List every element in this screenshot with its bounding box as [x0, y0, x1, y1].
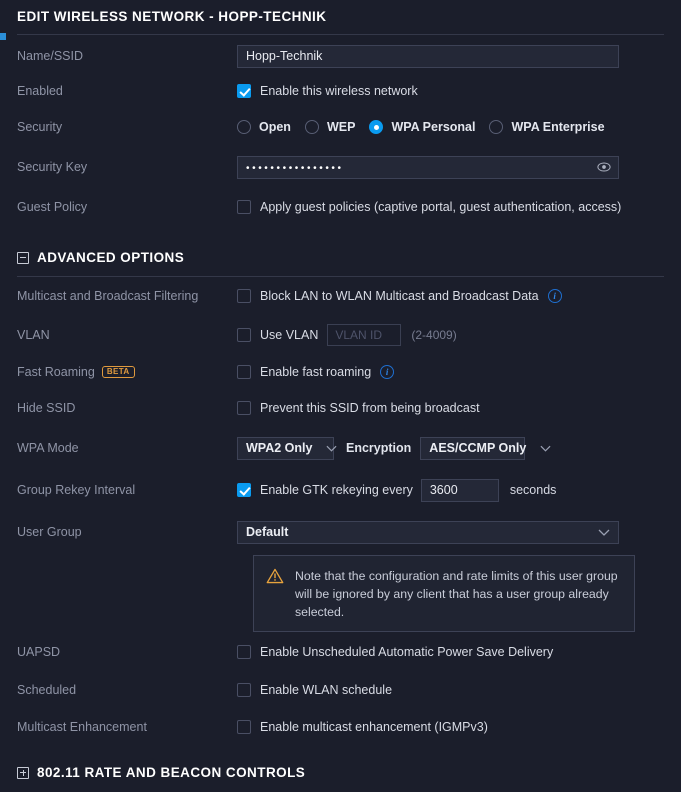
label-vlan: VLAN — [17, 328, 50, 342]
wpa-mode-select[interactable]: WPA2 Only — [237, 436, 337, 460]
row-security: Security Open WEP WPA Personal WPA Enter… — [0, 116, 681, 138]
row-user-group: User Group Default — [0, 520, 681, 544]
encryption-select[interactable]: AES/CCMP Only — [420, 436, 551, 460]
multicast-enhancement-label: Enable multicast enhancement (IGMPv3) — [260, 720, 488, 734]
row-scheduled: Scheduled Enable WLAN schedule — [0, 679, 681, 701]
name-ssid-input[interactable] — [237, 44, 619, 68]
chevron-down-icon-encryption — [526, 445, 551, 452]
enable-network-label: Enable this wireless network — [260, 84, 418, 98]
warning-triangle-icon — [266, 568, 284, 620]
security-key-value: •••••••••••••••• — [246, 162, 344, 174]
label-fast-roaming: Fast Roaming BETA — [0, 365, 237, 379]
uapsd-checkbox[interactable] — [237, 645, 251, 659]
user-group-select[interactable]: Default — [237, 520, 619, 544]
left-edge-accent — [0, 33, 6, 40]
info-icon-multicast-filtering[interactable]: i — [547, 289, 562, 303]
row-security-key: Security Key •••••••••••••••• — [0, 155, 681, 179]
radio-open[interactable] — [237, 120, 251, 134]
label-uapsd: UAPSD — [17, 645, 61, 659]
guest-policy-checkbox[interactable] — [237, 200, 251, 214]
wpa-mode-value: WPA2 Only — [246, 441, 313, 455]
label-security-key: Security Key — [17, 160, 88, 174]
fast-roaming-label: Enable fast roaming — [260, 365, 372, 379]
radio-wep[interactable] — [304, 120, 319, 134]
multicast-enhancement-checkbox[interactable] — [237, 720, 251, 734]
beta-badge: BETA — [101, 366, 135, 378]
vlan-range-hint: (2-4009) — [411, 328, 457, 342]
edit-wireless-network-panel: EDIT WIRELESS NETWORK - HOPP-TECHNIK Nam… — [0, 0, 681, 792]
label-user-group: User Group — [17, 525, 82, 539]
chevron-down-icon-wpa-mode — [312, 445, 337, 452]
security-option-wpa-enterprise[interactable]: WPA Enterprise — [489, 120, 605, 134]
section-rate-beacon-controls[interactable]: 802.11 RATE AND BEACON CONTROLS — [0, 765, 305, 780]
row-wpa-mode: WPA Mode WPA2 Only Encryption AES/CCMP O… — [0, 436, 681, 460]
fast-roaming-checkbox[interactable] — [237, 365, 251, 379]
block-lan-to-wlan-label: Block LAN to WLAN Multicast and Broadcas… — [260, 289, 539, 303]
label-multicast-enhancement: Multicast Enhancement — [17, 720, 147, 734]
label-hide-ssid: Hide SSID — [17, 401, 76, 415]
scheduled-label: Enable WLAN schedule — [260, 683, 393, 697]
minus-box-icon[interactable] — [17, 251, 29, 264]
security-option-wep[interactable]: WEP — [304, 120, 355, 134]
eye-icon[interactable] — [597, 162, 611, 172]
gtk-rekey-unit: seconds — [509, 483, 557, 497]
row-name-ssid: Name/SSID — [0, 44, 681, 68]
security-option-wpa-personal[interactable]: WPA Personal — [369, 120, 475, 134]
hide-ssid-checkbox[interactable] — [237, 401, 251, 415]
row-uapsd: UAPSD Enable Unscheduled Automatic Power… — [0, 641, 681, 663]
label-scheduled: Scheduled — [17, 683, 77, 697]
label-wpa-mode: WPA Mode — [17, 441, 79, 455]
page-title-text: EDIT WIRELESS NETWORK - HOPP-TECHNIK — [17, 9, 327, 24]
info-icon-fast-roaming[interactable]: i — [380, 365, 395, 379]
enable-network-checkbox[interactable] — [237, 84, 251, 98]
radio-wpa-enterprise[interactable] — [489, 120, 504, 134]
label-enabled: Enabled — [17, 84, 63, 98]
user-group-note-text: Note that the configuration and rate lim… — [295, 569, 618, 619]
scheduled-checkbox[interactable] — [237, 683, 251, 697]
plus-box-icon[interactable] — [17, 766, 29, 779]
block-lan-to-wlan-checkbox[interactable] — [237, 289, 251, 303]
use-vlan-label: Use VLAN — [260, 328, 319, 342]
user-group-note: Note that the configuration and rate lim… — [253, 555, 635, 632]
header-divider — [17, 34, 664, 35]
label-security: Security — [17, 120, 63, 134]
encryption-label: Encryption — [346, 441, 412, 455]
security-option-open[interactable]: Open — [237, 120, 291, 134]
row-group-rekey-interval: Group Rekey Interval Enable GTK rekeying… — [0, 478, 681, 502]
vlan-id-input[interactable] — [327, 324, 402, 346]
hide-ssid-label: Prevent this SSID from being broadcast — [260, 401, 480, 415]
security-radio-group: Open WEP WPA Personal WPA Enterprise — [237, 120, 619, 134]
uapsd-label: Enable Unscheduled Automatic Power Save … — [260, 645, 554, 659]
label-guest-policy: Guest Policy — [17, 200, 88, 214]
label-group-rekey-interval: Group Rekey Interval — [17, 483, 136, 497]
row-enabled: Enabled Enable this wireless network — [0, 80, 681, 102]
section-advanced-options-label: ADVANCED OPTIONS — [37, 250, 185, 265]
gtk-rekey-interval-input[interactable] — [420, 478, 499, 502]
row-guest-policy: Guest Policy Apply guest policies (capti… — [0, 196, 681, 218]
label-multicast-broadcast-filtering: Multicast and Broadcast Filtering — [17, 289, 199, 303]
section-advanced-options[interactable]: ADVANCED OPTIONS — [0, 250, 184, 265]
security-key-wrap: •••••••••••••••• — [237, 155, 619, 179]
row-multicast-broadcast-filtering: Multicast and Broadcast Filtering Block … — [0, 285, 681, 307]
section-rate-beacon-controls-label: 802.11 RATE AND BEACON CONTROLS — [37, 765, 306, 780]
use-vlan-checkbox[interactable] — [237, 328, 251, 342]
advanced-divider — [17, 276, 664, 277]
gtk-rekey-label: Enable GTK rekeying every — [260, 483, 413, 497]
radio-wpa-personal[interactable] — [369, 120, 384, 134]
chevron-down-icon-user-group — [584, 529, 610, 536]
encryption-value: AES/CCMP Only — [429, 441, 527, 455]
label-name-ssid: Name/SSID — [17, 49, 83, 63]
row-fast-roaming: Fast Roaming BETA Enable fast roaming i — [0, 361, 681, 383]
row-multicast-enhancement: Multicast Enhancement Enable multicast e… — [0, 716, 681, 738]
guest-policy-label: Apply guest policies (captive portal, gu… — [260, 200, 622, 214]
row-hide-ssid: Hide SSID Prevent this SSID from being b… — [0, 397, 681, 419]
user-group-value: Default — [246, 525, 289, 539]
page-title: EDIT WIRELESS NETWORK - HOPP-TECHNIK — [0, 9, 326, 24]
security-key-input[interactable]: •••••••••••••••• — [237, 155, 619, 179]
row-vlan: VLAN Use VLAN (2-4009) — [0, 324, 681, 346]
gtk-rekey-checkbox[interactable] — [237, 483, 251, 497]
